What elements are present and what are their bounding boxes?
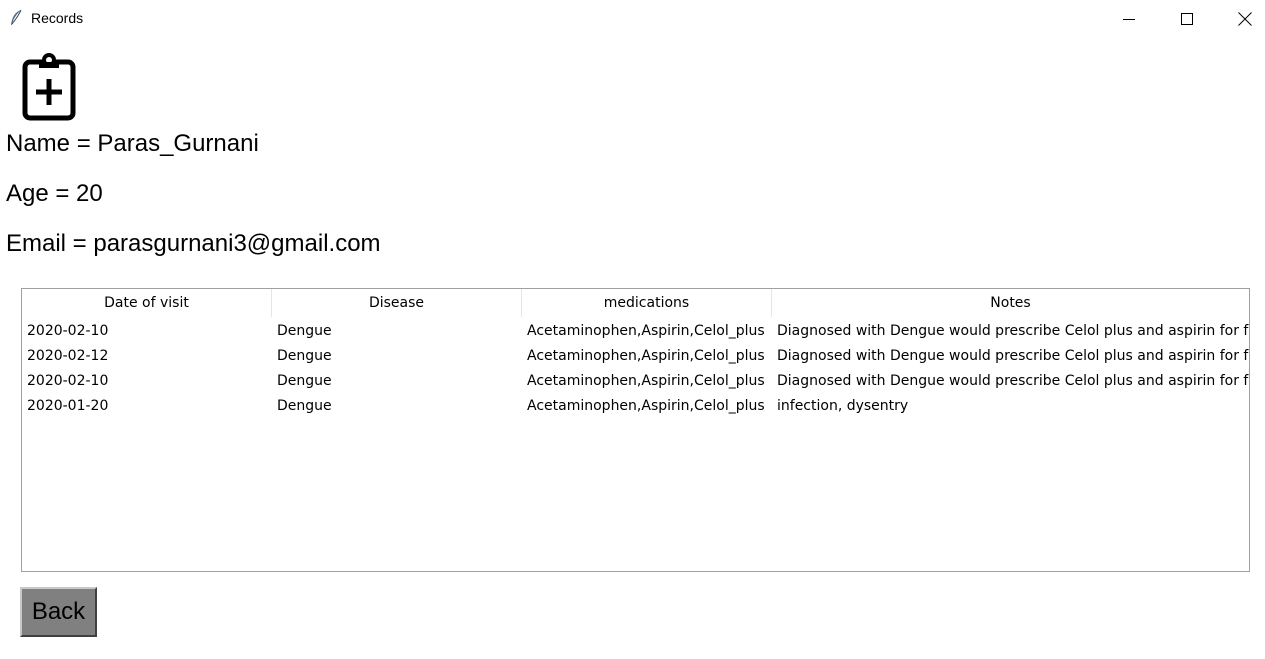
cell-disease: Dengue	[277, 348, 332, 364]
column-header-disease[interactable]: Disease	[272, 289, 522, 317]
cell-date-of-visit: 2020-02-12	[27, 348, 109, 364]
records-window: Records Name = Paras_Gurnani Age = 20 Em…	[0, 0, 1265, 659]
table-row[interactable]: 2020-02-10 Dengue Acetaminophen,Aspirin,…	[22, 319, 1249, 344]
cell-medications: Acetaminophen,Aspirin,Celol_plus	[527, 373, 765, 389]
table-header: Date of visit Disease medications Notes	[22, 289, 1249, 317]
clipboard-plus-icon	[22, 53, 76, 121]
table-body: 2020-02-10 Dengue Acetaminophen,Aspirin,…	[22, 319, 1249, 419]
cell-disease: Dengue	[277, 373, 332, 389]
cell-disease: Dengue	[277, 398, 332, 414]
cell-notes: Diagnosed with Dengue would prescribe Ce…	[777, 348, 1249, 364]
maximize-button[interactable]	[1158, 0, 1216, 37]
cell-notes: Diagnosed with Dengue would prescribe Ce…	[777, 323, 1249, 339]
window-title: Records	[31, 10, 84, 26]
column-header-medications[interactable]: medications	[522, 289, 772, 317]
feather-icon	[11, 9, 22, 25]
patient-age-label: Age = 20	[6, 180, 103, 207]
table-row[interactable]: 2020-02-10 Dengue Acetaminophen,Aspirin,…	[22, 369, 1249, 394]
cell-date-of-visit: 2020-02-10	[27, 323, 109, 339]
column-header-notes[interactable]: Notes	[772, 289, 1249, 317]
cell-disease: Dengue	[277, 323, 332, 339]
patient-email-label: Email = parasgurnani3@gmail.com	[6, 230, 381, 257]
column-header-date-of-visit[interactable]: Date of visit	[22, 289, 272, 317]
minimize-icon	[1123, 18, 1135, 20]
cell-medications: Acetaminophen,Aspirin,Celol_plus	[527, 398, 765, 414]
maximize-icon	[1181, 12, 1193, 25]
patient-name-label: Name = Paras_Gurnani	[6, 130, 259, 157]
cell-date-of-visit: 2020-01-20	[27, 398, 109, 414]
minimize-button[interactable]	[1100, 0, 1158, 37]
cell-notes: Diagnosed with Dengue would prescribe Ce…	[777, 373, 1249, 389]
cell-notes: infection, dysentry	[777, 398, 909, 414]
close-button[interactable]	[1216, 0, 1265, 37]
close-icon	[1238, 11, 1252, 26]
cell-date-of-visit: 2020-02-10	[27, 373, 109, 389]
title-bar[interactable]: Records	[0, 0, 1265, 37]
back-button[interactable]: Back	[20, 587, 97, 637]
cell-medications: Acetaminophen,Aspirin,Celol_plus	[527, 348, 765, 364]
table-row[interactable]: 2020-01-20 Dengue Acetaminophen,Aspirin,…	[22, 394, 1249, 419]
table-row[interactable]: 2020-02-12 Dengue Acetaminophen,Aspirin,…	[22, 344, 1249, 369]
cell-medications: Acetaminophen,Aspirin,Celol_plus	[527, 323, 765, 339]
records-table[interactable]: Date of visit Disease medications Notes …	[21, 288, 1250, 572]
